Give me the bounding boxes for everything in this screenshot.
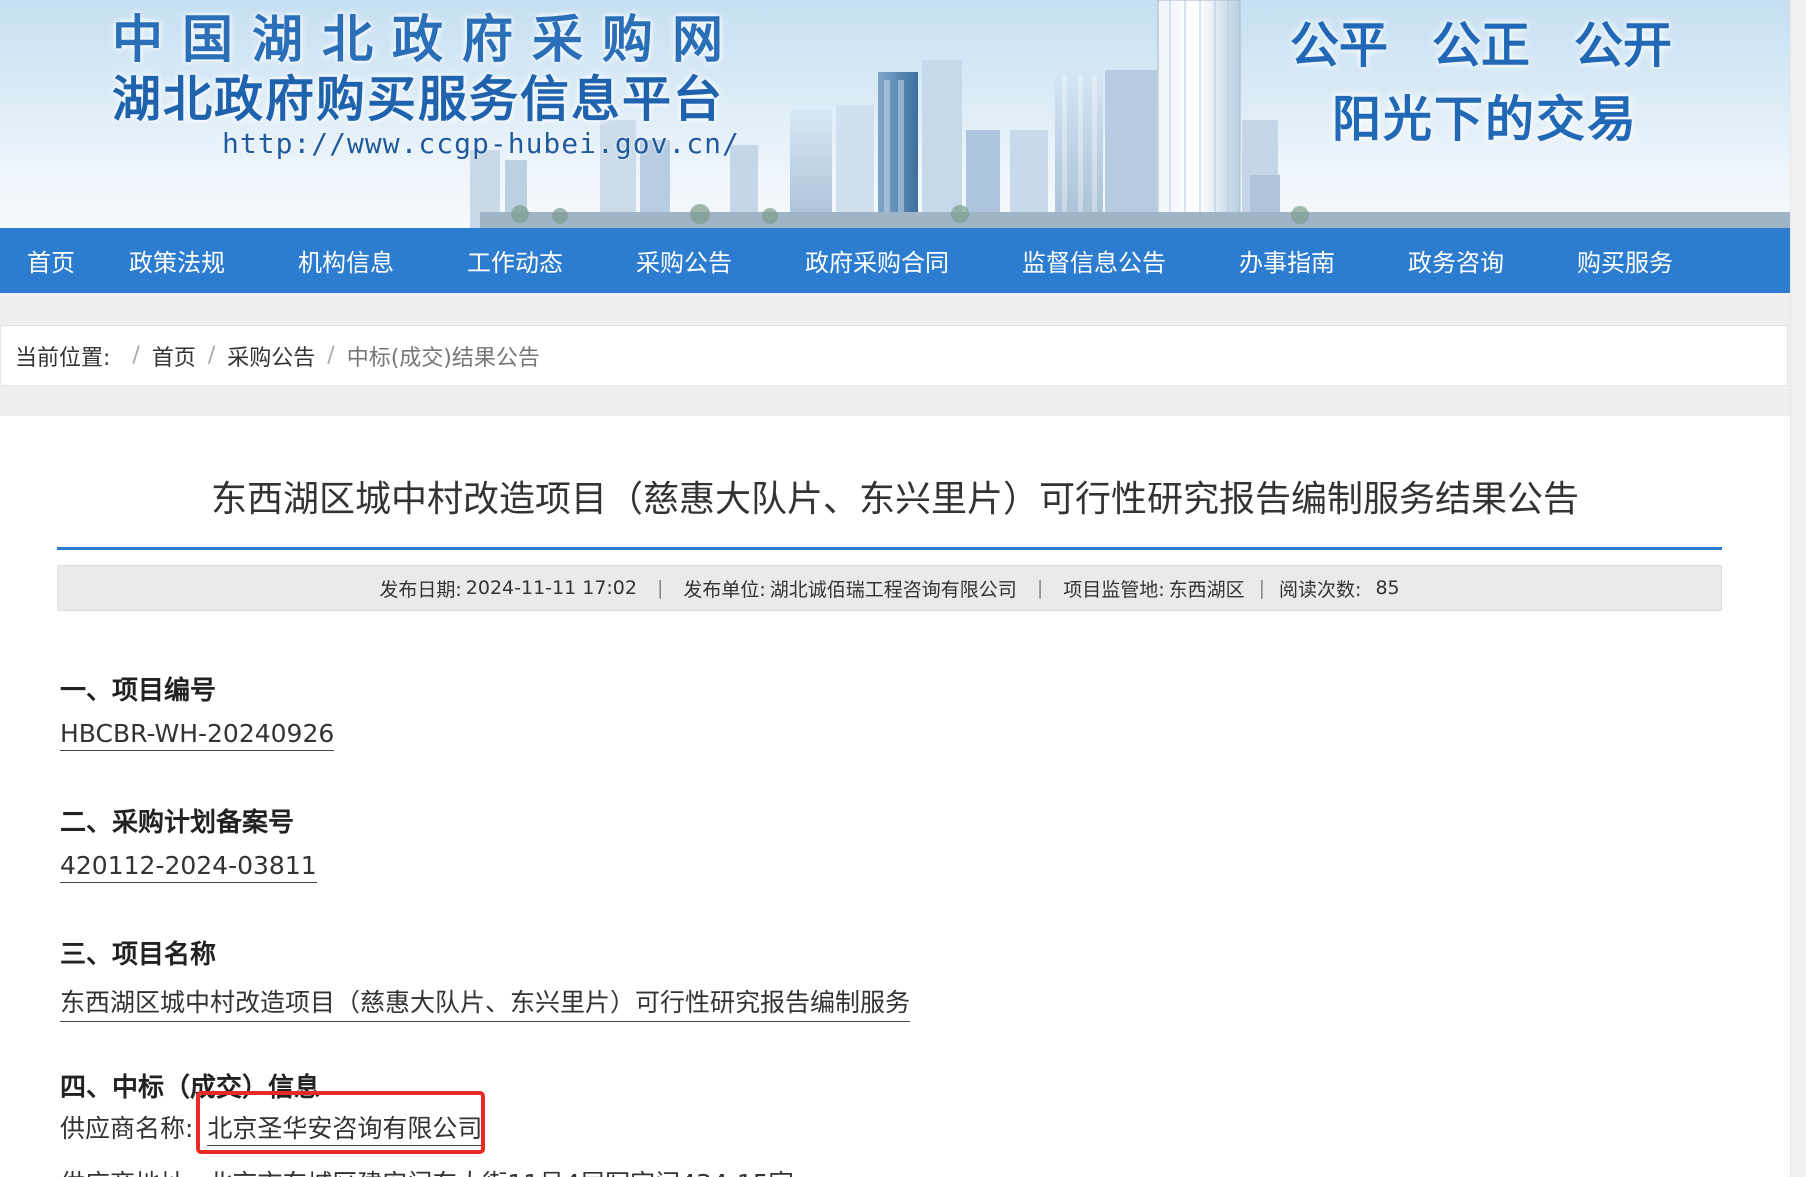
plan-record-number: 420112-2024-03811 <box>60 851 317 883</box>
supplier-address-row: 供应商地址: 北京市东城区建安门东大街11号4层写字间434-15室 <box>60 1164 794 1177</box>
publish-date: 2024-11-11 17:02 <box>465 577 637 599</box>
meta-divider: | <box>1036 577 1044 599</box>
nav-item-guide[interactable]: 办事指南 <box>1239 243 1335 278</box>
region-label: 项目监管地: <box>1063 578 1165 601</box>
nav-item-consultation[interactable]: 政务咨询 <box>1408 243 1504 278</box>
meta-divider: | <box>1258 577 1266 599</box>
nav-item-policy[interactable]: 政策法规 <box>129 243 225 278</box>
project-name: 东西湖区城中村改造项目（慈惠大队片、东兴里片）可行性研究报告编制服务 <box>60 983 911 1022</box>
section-heading-plan-number: 二、采购计划备案号 <box>60 808 295 838</box>
region: 东西湖区 <box>1168 578 1245 601</box>
highlight-annotation-box <box>196 1091 485 1154</box>
nav-item-contracts[interactable]: 政府采购合同 <box>805 243 949 278</box>
views-count: 85 <box>1375 577 1400 599</box>
slogan-sunshine: 阳光下的交易 <box>1332 91 1639 148</box>
site-subtitle: 湖北政府购买服务信息平台 <box>112 71 725 128</box>
article-title: 东西湖区城中村改造项目（慈惠大队片、东兴里片）可行性研究报告编制服务结果公告 <box>210 479 1579 520</box>
article-meta-bar: 发布日期: 2024-11-11 17:02 | 发布单位: 湖北诚佰瑞工程咨询… <box>57 565 1722 611</box>
slogan-word: 公开 <box>1574 17 1673 74</box>
breadcrumb-separator: / <box>327 343 335 368</box>
meta-divider: | <box>656 577 664 599</box>
section-heading-project-number: 一、项目编号 <box>60 676 217 706</box>
site-url: http://www.ccgp-hubei.gov.cn/ <box>222 127 740 160</box>
supplier-label: 供应商名称: <box>60 1114 194 1143</box>
publish-date-label: 发布日期: <box>379 578 462 601</box>
views-label: 阅读次数: <box>1279 578 1362 601</box>
breadcrumb-separator: / <box>207 343 216 368</box>
breadcrumb: 当前位置: / 首页 / 采购公告 / 中标(成交)结果公告 <box>0 325 1788 386</box>
supplier-address-label: 供应商地址: <box>60 1169 193 1177</box>
project-number: HBCBR-WH-20240926 <box>60 719 335 751</box>
nav-item-work-news[interactable]: 工作动态 <box>467 243 563 278</box>
nav-item-procurement-notices[interactable]: 采购公告 <box>636 243 732 278</box>
nav-item-agencies[interactable]: 机构信息 <box>298 243 394 278</box>
slogan-word: 公正 <box>1432 17 1531 74</box>
breadcrumb-label: 当前位置: <box>15 345 111 371</box>
publisher: 湖北诚佰瑞工程咨询有限公司 <box>769 578 1017 601</box>
main-nav: 首页 政策法规 机构信息 工作动态 采购公告 政府采购合同 监督信息公告 办事指… <box>0 228 1790 293</box>
page: 中国湖北政府采购网 湖北政府购买服务信息平台 http://www.ccgp-h… <box>0 0 1790 1177</box>
supplier-address: 北京市东城区建安门东大街11号4层写字间434-15室 <box>207 1169 793 1177</box>
site-banner: 中国湖北政府采购网 湖北政府购买服务信息平台 http://www.ccgp-h… <box>0 0 1790 228</box>
slogan-fairness: 公平 公正 公开 <box>1290 6 1672 77</box>
title-divider <box>57 547 1722 550</box>
section-heading-project-name: 三、项目名称 <box>60 940 217 970</box>
breadcrumb-current: 中标(成交)结果公告 <box>346 345 540 371</box>
breadcrumb-home[interactable]: 首页 <box>152 340 196 372</box>
nav-item-supervision[interactable]: 监督信息公告 <box>1022 243 1166 278</box>
breadcrumb-separator: / <box>132 343 140 368</box>
nav-item-purchase-services[interactable]: 购买服务 <box>1577 243 1673 278</box>
breadcrumb-procurement-notices[interactable]: 采购公告 <box>227 340 315 372</box>
publisher-label: 发布单位: <box>683 578 766 601</box>
vertical-scrollbar[interactable] <box>1790 0 1806 1177</box>
nav-item-home[interactable]: 首页 <box>27 243 75 278</box>
slogan-word: 公平 <box>1290 17 1389 74</box>
